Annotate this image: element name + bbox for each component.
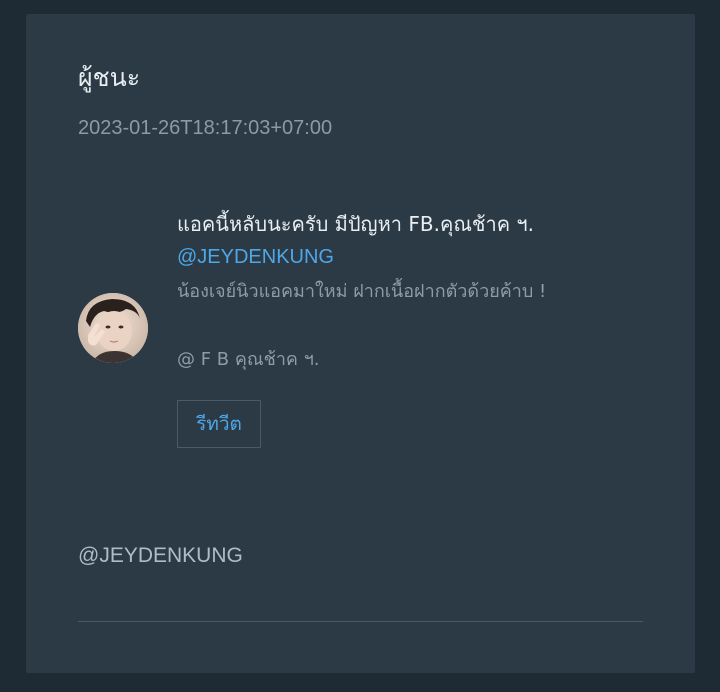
tweet-text: แอคนี้หลับนะครับ มีปัญหา FB.คุณช้าค ฯ. [177, 212, 535, 236]
avatar-image [78, 293, 148, 363]
tweet-handle-link[interactable]: @JEYDENKUNG [177, 243, 647, 271]
tweet-body: น้องเจย์นิวแอคมาใหม่ ฝากเนื้อฝากตัวด้วยค… [177, 281, 547, 302]
post-timestamp: 2023-01-26T18:17:03+07:00 [78, 117, 333, 139]
embedded-tweet: แอคนี้หลับนะครับ มีปัญหา FB.คุณช้าค ฯ. @… [177, 210, 647, 373]
divider [78, 621, 643, 622]
avatar[interactable] [78, 293, 148, 363]
tweet-signature: @ F B คุณช้าค ฯ. [177, 349, 320, 370]
post-card: ผู้ชนะ 2023-01-26T18:17:03+07:00 แอคนี้ห… [26, 14, 695, 673]
retweet-button[interactable]: รีทวีต [177, 400, 261, 448]
footer-handle[interactable]: @JEYDENKUNG [78, 544, 243, 568]
post-title: ผู้ชนะ [78, 63, 141, 92]
